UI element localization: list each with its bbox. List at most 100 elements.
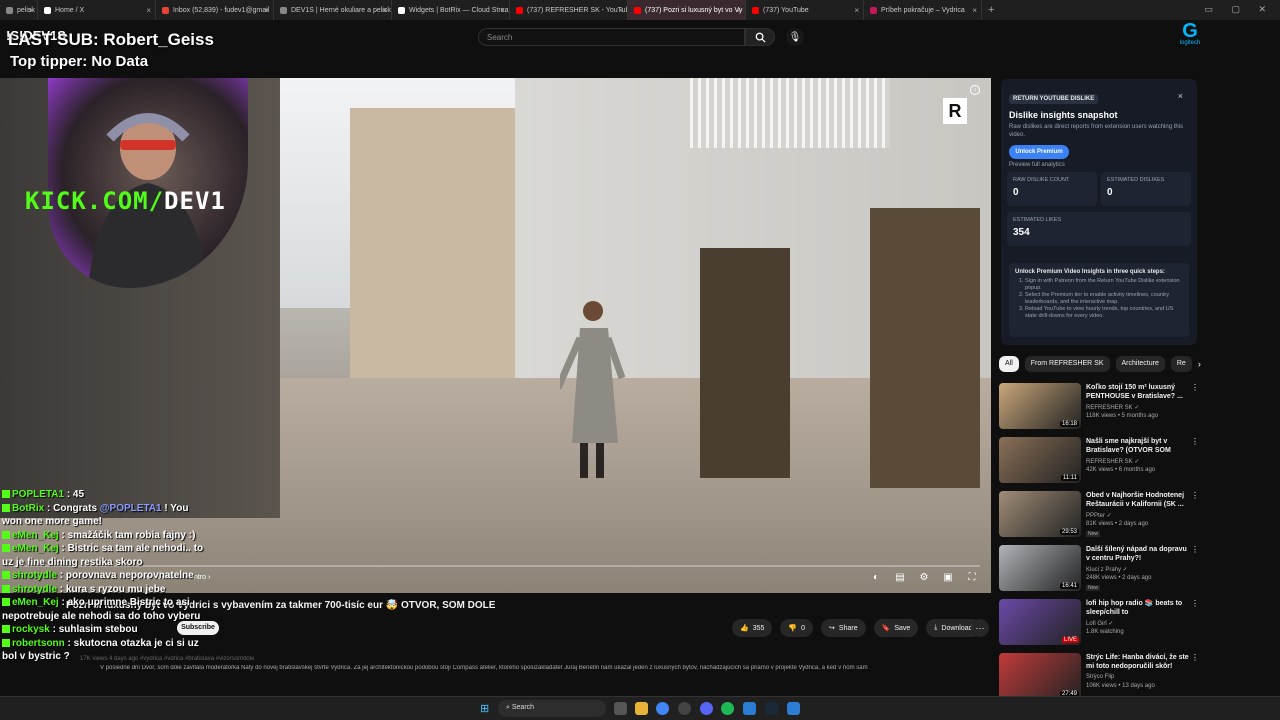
video-thumbnail[interactable]: 11:11 — [999, 437, 1081, 483]
chevron-right-icon[interactable]: › — [1198, 359, 1201, 369]
taskbar-search[interactable]: ⌕ Search — [498, 700, 606, 717]
taskbar-search-label: Search — [511, 704, 535, 711]
spotify-icon[interactable] — [721, 702, 734, 715]
obs-icon[interactable] — [678, 702, 691, 715]
related-filter-chips: All From REFRESHER SK Architecture Re › — [999, 356, 1201, 372]
recommendation-item[interactable]: LIVE lofi hip hop radio 📚 beats to sleep/… — [999, 597, 1199, 651]
task-view-icon[interactable] — [614, 702, 627, 715]
kebab-menu-icon[interactable]: ⋮ — [1191, 653, 1199, 662]
unlock-premium-button[interactable]: Unlock Premium — [1009, 145, 1069, 159]
recommendation-channel[interactable]: PPPter ✓ — [1086, 512, 1112, 519]
fullscreen-icon[interactable]: ⛶ — [964, 572, 980, 584]
discord-icon[interactable] — [700, 702, 713, 715]
kebab-menu-icon[interactable]: ⋮ — [1191, 545, 1199, 554]
browser-tab[interactable]: (737) YouTube × — [746, 0, 864, 20]
filter-chip[interactable]: From REFRESHER SK — [1024, 356, 1110, 372]
info-icon[interactable]: i — [970, 85, 980, 95]
duration-badge: LIVE — [1061, 637, 1079, 643]
premium-steps-title: Unlock Premium Video Insights in three q… — [1015, 269, 1165, 275]
ryd-panel: RETURN YOUTUBE DISLIKE × Dislike insight… — [1001, 79, 1197, 345]
kick-badge-icon — [2, 625, 10, 634]
tab-close-icon[interactable]: × — [264, 6, 269, 15]
close-icon[interactable]: × — [1178, 91, 1183, 101]
recommendation-title[interactable]: lofi hip hop radio 📚 beats to sleep/chil… — [1086, 599, 1190, 617]
recommendation-channel[interactable]: REFRESHER SK ✓ — [1086, 404, 1139, 411]
new-tab-button[interactable]: + — [988, 4, 994, 16]
like-button[interactable]: 👍 355 — [732, 619, 773, 637]
recommendation-item[interactable]: 16:41 Další šílený nápad na dopravu v cen… — [999, 543, 1199, 597]
recommendation-title[interactable]: Obed v Najhoršie Hodnotenej Reštaurácii … — [1086, 491, 1190, 509]
recommendation-channel[interactable]: Kluci z Prahy ✓ — [1086, 566, 1128, 573]
browser-tab[interactable]: Príbeh pokračuje – Vydrica × — [864, 0, 982, 20]
kick-badge-icon — [2, 490, 10, 499]
tab-close-icon[interactable]: × — [28, 6, 33, 15]
kebab-menu-icon[interactable]: ⋮ — [1191, 599, 1199, 608]
share-button[interactable]: ↪ Share — [821, 619, 866, 637]
recommendation-title[interactable]: Koľko stojí 150 m² luxusný PENTHOUSE v B… — [1086, 383, 1190, 401]
logitech-logo: G logitech — [1170, 20, 1210, 56]
subtitles-icon[interactable]: ▤ — [892, 572, 908, 584]
search-button[interactable] — [745, 28, 775, 46]
tab-close-icon[interactable]: × — [146, 6, 151, 15]
filter-chip[interactable]: All — [999, 356, 1019, 372]
recommendation-channel[interactable]: REFRESHER SK ✓ — [1086, 458, 1139, 465]
search-input[interactable]: Search — [478, 28, 745, 46]
recommendation-channel[interactable]: Lofi Girl ✓ — [1086, 620, 1113, 627]
voice-search-button[interactable]: 🎙 — [786, 28, 804, 46]
estimated-dislike-value: 0 — [1107, 187, 1113, 198]
browser-tab[interactable]: Widgets | BotRix — Cloud Strea × — [392, 0, 510, 20]
video-thumbnail[interactable]: LIVE — [999, 599, 1081, 645]
recommendation-title[interactable]: Našli sme najkrajší byt v Bratislave? (O… — [1086, 437, 1190, 455]
chat-username: eMen_Kej — [12, 543, 59, 554]
steam-icon[interactable] — [765, 702, 778, 715]
tab-close-icon[interactable]: × — [618, 6, 623, 15]
filter-chip[interactable]: Architecture — [1115, 356, 1165, 372]
video-thumbnail[interactable]: 29:53 — [999, 491, 1081, 537]
kebab-menu-icon[interactable]: ⋮ — [1191, 437, 1199, 446]
settings-gear-icon[interactable]: ⚙ — [916, 572, 932, 584]
tab-close-icon[interactable]: × — [500, 6, 505, 15]
recommendation-item[interactable]: 29:53 Obed v Najhoršie Hodnotenej Reštaur… — [999, 489, 1199, 543]
dislike-button[interactable]: 👎 0 — [780, 619, 814, 637]
notepad-icon[interactable] — [743, 702, 756, 715]
browser-tab[interactable]: Home / X × — [38, 0, 156, 20]
recommendation-title[interactable]: Další šílený nápad na dopravu v centru P… — [1086, 545, 1190, 563]
kick-overlay: KICK.COM/DEV1 — [25, 187, 226, 215]
save-button[interactable]: 🔖 Save — [873, 619, 919, 637]
miniplayer-icon[interactable]: ▣ — [940, 572, 956, 584]
browser-tab[interactable]: DEV1S | Herné okuliare a pelisk × — [274, 0, 392, 20]
tab-close-icon[interactable]: × — [736, 6, 741, 15]
windows-start-icon[interactable]: ⊞ — [480, 702, 492, 715]
kebab-menu-icon[interactable]: ⋮ — [1191, 383, 1199, 392]
browser-tab[interactable]: (737) REFRESHER SK - YouTube × — [510, 0, 628, 20]
filter-chip[interactable]: Re — [1170, 356, 1192, 372]
recommendation-channel[interactable]: Strýco Flip — [1086, 674, 1114, 680]
ryd-description: Raw dislikes are direct reports from ext… — [1009, 124, 1184, 138]
tab-close-icon[interactable]: × — [972, 6, 977, 15]
tab-close-icon[interactable]: × — [854, 6, 859, 15]
browser-tab[interactable]: (737) Pozri si luxusný byt vo Vy × — [628, 0, 746, 20]
browser-tab[interactable]: pelisk × — [0, 0, 38, 20]
more-actions-button[interactable]: ⋯ — [971, 619, 989, 637]
autoplay-toggle-icon[interactable]: ◐ — [868, 572, 884, 584]
recommendation-item[interactable]: 11:11 Našli sme najkrajší byt v Bratislav… — [999, 435, 1199, 489]
estimated-likes-stat: ESTIMATED LIKES 354 — [1007, 212, 1191, 246]
recommendation-item[interactable]: 16:18 Koľko stojí 150 m² luxusný PENTHOUS… — [999, 381, 1199, 435]
chat-message: POPLETA1 : 45 — [2, 488, 84, 501]
chat-mention: @POPLETA1 — [99, 502, 162, 514]
browser-tab[interactable]: Inbox (52,839) - fudev1@gmail × — [156, 0, 274, 20]
chat-message: rockysk : suhlasim stebou — [2, 623, 138, 636]
chrome-icon[interactable] — [656, 702, 669, 715]
video-thumbnail[interactable]: 16:18 — [999, 383, 1081, 429]
app-icon[interactable] — [787, 702, 800, 715]
kebab-menu-icon[interactable]: ⋮ — [1191, 491, 1199, 500]
file-explorer-icon[interactable] — [635, 702, 648, 715]
tab-close-icon[interactable]: × — [382, 6, 387, 15]
chat-message: eMen_Kej : smažáčik tam robia fajny :) — [2, 529, 195, 542]
preview-analytics-link[interactable]: Preview full analytics — [1009, 162, 1189, 168]
video-thumbnail[interactable]: 27:49 — [999, 653, 1081, 699]
video-thumbnail[interactable]: 16:41 — [999, 545, 1081, 591]
logitech-g-glyph: G — [1182, 20, 1198, 42]
recommendation-title[interactable]: Strýc Life: Hanba divácí, že ste mi toto… — [1086, 653, 1190, 671]
window-controls[interactable]: ▭ ▢ ✕ — [1204, 4, 1274, 15]
